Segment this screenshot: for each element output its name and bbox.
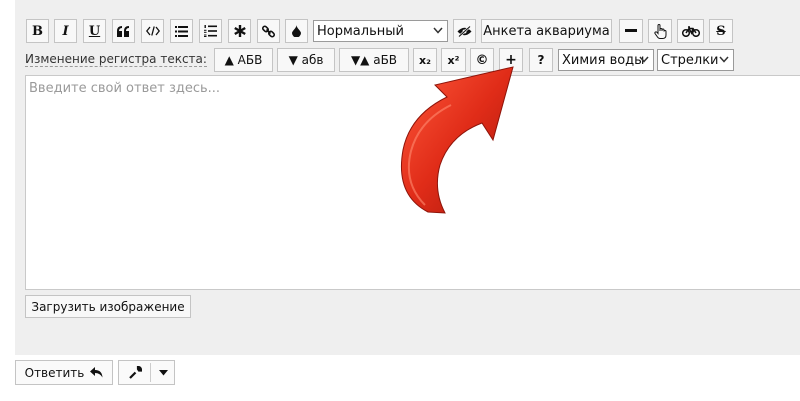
upload-image-button[interactable]: Загрузить изображение — [25, 295, 191, 318]
drop-button[interactable] — [285, 19, 308, 43]
menu-separator — [150, 363, 151, 382]
reply-button[interactable]: Ответить — [15, 360, 113, 385]
numbered-list-icon — [204, 25, 217, 37]
chevron-down-icon — [719, 56, 729, 63]
lowercase-button[interactable]: ▼ абв — [277, 48, 335, 72]
strikethrough-icon: S — [716, 23, 726, 39]
bullet-list-icon — [175, 25, 188, 37]
reply-label: Ответить — [24, 365, 85, 380]
help-button[interactable]: ? — [529, 48, 553, 72]
caret-down-icon — [159, 370, 168, 376]
uppercase-button[interactable]: ▲ АБВ — [214, 48, 273, 72]
link-button[interactable] — [257, 19, 280, 43]
format-select[interactable]: Нормальный — [313, 20, 448, 42]
bicycle-icon — [681, 25, 700, 37]
asterisk-icon — [233, 25, 246, 37]
minus-icon — [625, 29, 637, 32]
link-icon — [262, 24, 275, 38]
hand-pointer-icon — [653, 23, 666, 39]
format-select-value: Нормальный — [317, 23, 404, 39]
strikethrough-button[interactable]: S — [709, 19, 733, 43]
red-pointer-arrow-icon — [400, 66, 514, 214]
eye-slash-icon — [457, 25, 472, 37]
tools-menu-button[interactable] — [118, 360, 175, 385]
numbered-list-button[interactable] — [199, 19, 222, 43]
reply-arrow-icon — [90, 367, 103, 378]
hide-button[interactable] — [453, 19, 476, 43]
hand-button[interactable] — [648, 19, 672, 43]
wrench-icon — [129, 366, 142, 379]
underline-button[interactable]: U — [83, 19, 106, 43]
bicycle-button[interactable] — [677, 19, 704, 43]
arrows-select[interactable]: Стрелки — [657, 49, 734, 71]
bold-button[interactable]: B — [26, 19, 49, 43]
case-change-label: Изменение регистра текста: — [25, 52, 207, 67]
arrows-select-value: Стрелки — [661, 52, 719, 68]
chevron-down-icon — [639, 56, 649, 63]
asterisk-button[interactable] — [228, 19, 251, 43]
answer-placeholder: Введите свой ответ здесь... — [29, 81, 221, 96]
aquarium-form-button[interactable]: Анкета аквариума — [481, 19, 612, 43]
code-icon — [145, 26, 160, 36]
chevron-down-icon — [433, 27, 443, 34]
chemistry-select-value: Химия воды — [562, 52, 645, 68]
horizontal-rule-button[interactable] — [619, 19, 643, 43]
quote-icon — [117, 25, 129, 37]
drop-icon — [292, 25, 301, 37]
chemistry-select[interactable]: Химия воды — [558, 49, 654, 71]
italic-button[interactable]: I — [54, 19, 77, 43]
bullet-list-button[interactable] — [170, 19, 193, 43]
quote-button[interactable] — [112, 19, 135, 43]
code-button[interactable] — [141, 19, 164, 43]
